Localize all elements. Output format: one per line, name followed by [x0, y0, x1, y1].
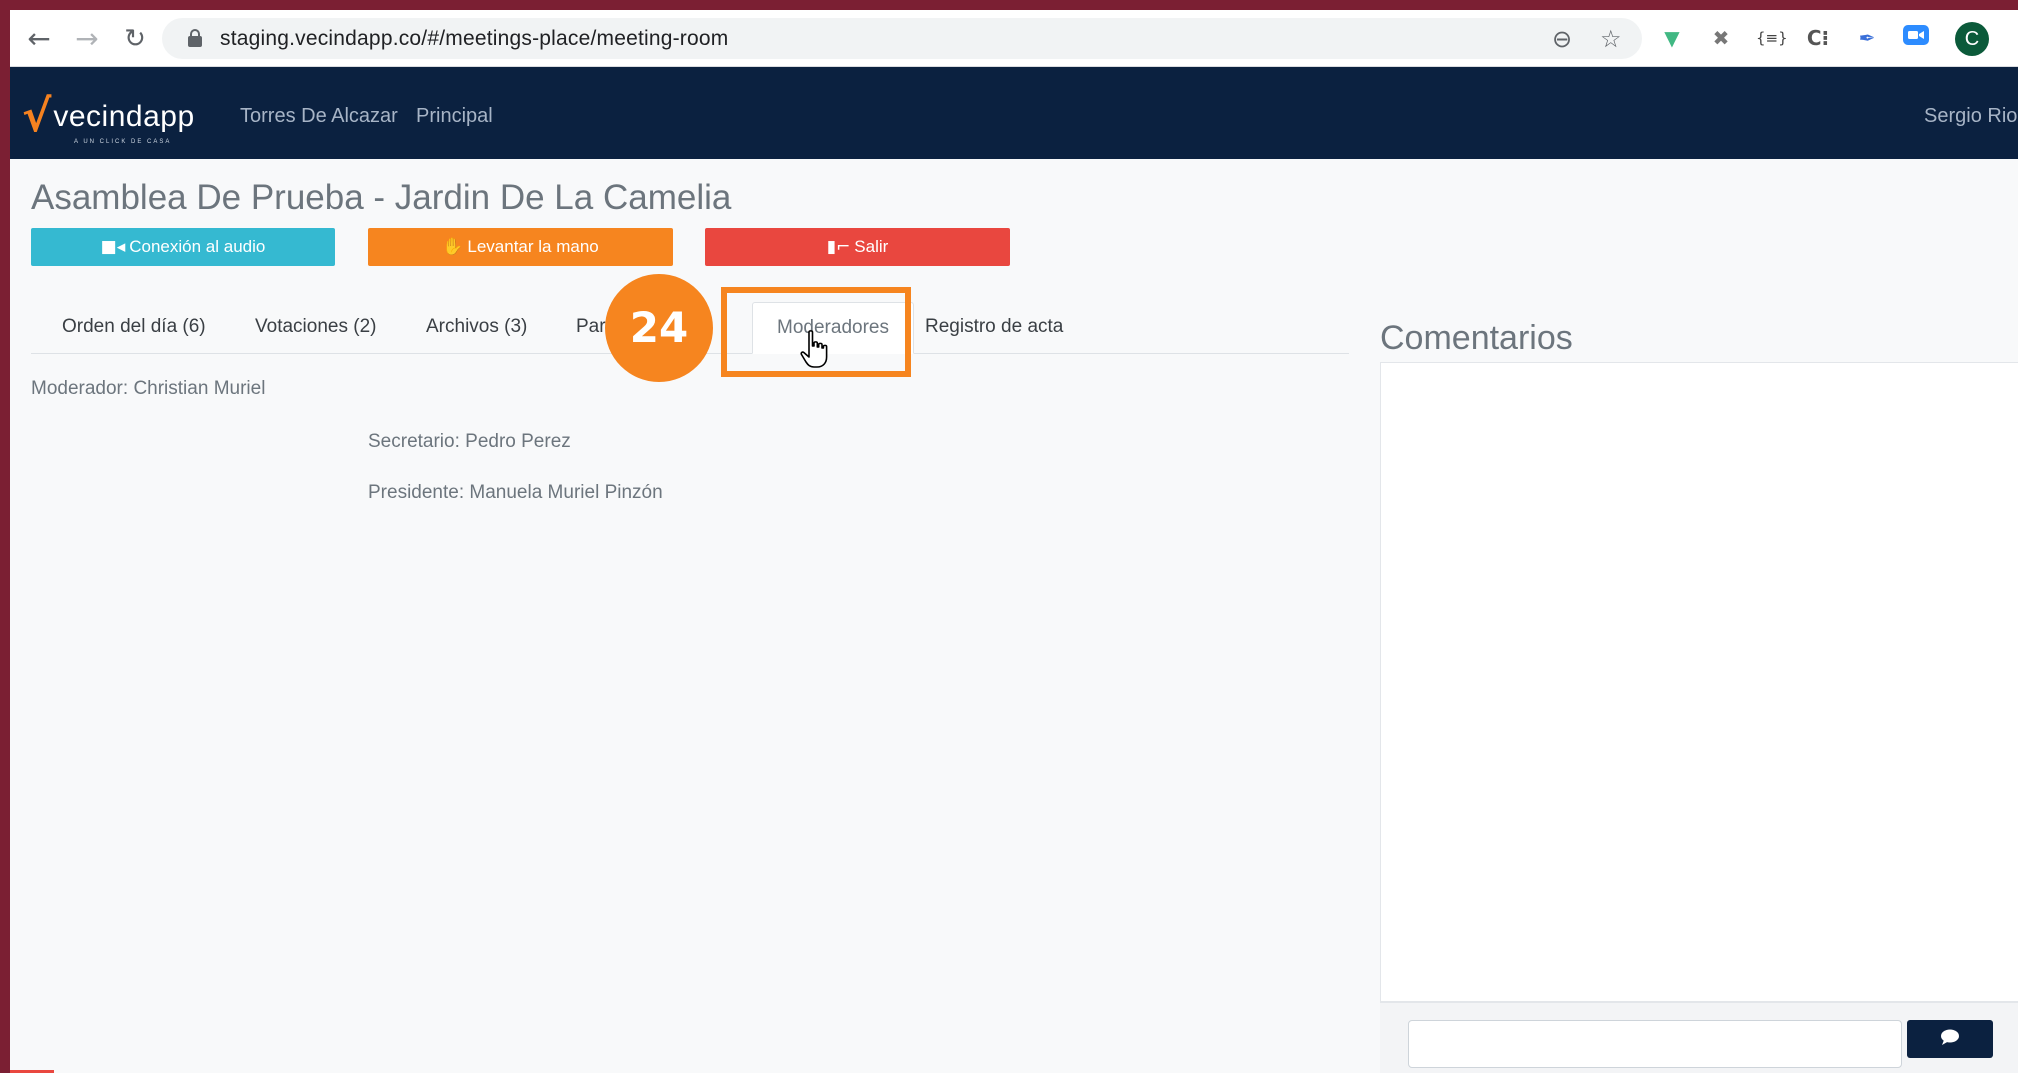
tab-agenda[interactable]: Orden del día (6) — [62, 302, 206, 354]
zoom-out-icon[interactable]: ⊖ — [1552, 25, 1572, 53]
bookmark-star-icon[interactable]: ☆ — [1600, 25, 1622, 53]
tab-files[interactable]: Archivos (3) — [426, 302, 527, 354]
feather-extension-icon[interactable]: ✒ — [1853, 24, 1881, 52]
tutorial-step-badge: 24 — [605, 274, 713, 382]
hand-pointer-cursor-icon — [800, 330, 830, 375]
reload-icon[interactable]: ↻ — [120, 24, 150, 54]
browser-window: ← → ↻ staging.vecindapp.co/#/meetings-pl… — [10, 10, 2018, 1073]
send-comment-button[interactable] — [1907, 1020, 1993, 1058]
lock-icon — [188, 29, 202, 47]
vecindapp-logo[interactable]: √ vecindapp — [22, 95, 195, 139]
forward-arrow-icon[interactable]: → — [72, 24, 102, 54]
exit-button[interactable]: ▮⌐ Salir — [705, 228, 1010, 266]
address-bar[interactable]: staging.vecindapp.co/#/meetings-place/me… — [162, 18, 1642, 59]
user-menu[interactable]: Sergio Rios — [1924, 105, 2018, 128]
comments-list[interactable] — [1380, 362, 2018, 1002]
video-camera-icon: ■◂ — [100, 237, 126, 257]
hand-icon: ✋ — [442, 237, 464, 257]
door-exit-icon: ▮⌐ — [826, 237, 851, 257]
profile-avatar[interactable]: C — [1955, 22, 1989, 56]
logo-tagline: A UN CLICK DE CASA — [74, 139, 172, 145]
comments-title: Comentarios — [1380, 319, 1573, 357]
nav-link-building[interactable]: Torres De Alcazar — [240, 105, 398, 128]
json-viewer-icon[interactable]: {≡} — [1756, 24, 1788, 52]
audio-connect-button[interactable]: ■◂ Conexión al audio — [31, 228, 335, 266]
secretary-text: Secretario: Pedro Perez — [368, 431, 571, 452]
page-title: Asamblea De Prueba - Jardin De La Cameli… — [31, 178, 732, 217]
nav-link-principal[interactable]: Principal — [416, 105, 493, 128]
tab-votes[interactable]: Votaciones (2) — [255, 302, 376, 354]
tab-minutes-log[interactable]: Registro de acta — [925, 302, 1063, 354]
url-text[interactable]: staging.vecindapp.co/#/meetings-place/me… — [220, 27, 728, 51]
comment-input[interactable] — [1408, 1020, 1902, 1068]
app-navbar: √ vecindapp A UN CLICK DE CASA Torres De… — [10, 67, 2018, 159]
extension-x-icon[interactable]: ✖ — [1707, 24, 1735, 52]
chat-bubble-icon — [1940, 1029, 1960, 1049]
logo-v-mark-icon: √ — [22, 91, 52, 142]
browser-toolbar: ← → ↻ staging.vecindapp.co/#/meetings-pl… — [10, 10, 2018, 67]
raise-hand-button[interactable]: ✋ Levantar la mano — [368, 228, 673, 266]
president-text: Presidente: Manuela Muriel Pinzón — [368, 482, 663, 503]
ci-extension-icon[interactable]: C⁝ — [1804, 24, 1832, 52]
zoom-icon[interactable] — [1902, 24, 1930, 52]
moderator-text: Moderador: Christian Muriel — [31, 378, 266, 399]
back-arrow-icon[interactable]: ← — [24, 24, 54, 54]
vue-devtools-icon[interactable]: ▼ — [1658, 24, 1686, 52]
